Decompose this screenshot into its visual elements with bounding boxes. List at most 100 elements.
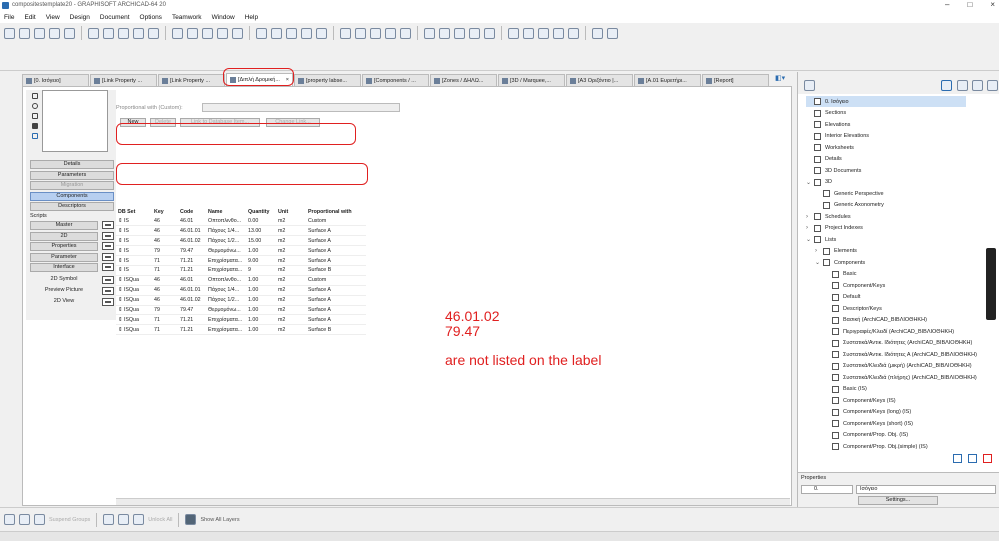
tab-4[interactable]: [property labse... [294, 74, 361, 86]
tree-item[interactable]: Elevations [806, 119, 850, 130]
tree-item[interactable]: Sections [806, 108, 846, 119]
tree-item[interactable]: Συστατικά/Κλειδιά (μικρή) (ArchiCAD_ΒΙΒΛ… [824, 361, 972, 372]
tool-icon[interactable] [19, 27, 30, 39]
tool-icon[interactable] [301, 27, 312, 39]
expand-arrow-icon[interactable]: › [815, 248, 821, 254]
tree-item[interactable]: Interior Elevations [806, 131, 869, 142]
tool-icon[interactable] [454, 27, 465, 39]
table-row[interactable]: ⇕ ISQua 46 46.01.02 Πάχους 1/2... 1.00 m2 Surf… [116, 295, 366, 306]
collapse-arrow-icon[interactable]: ⌄ [806, 179, 812, 186]
menu-design[interactable]: Design [70, 14, 90, 21]
tree-item[interactable]: 0. Ισόγειο [806, 96, 966, 107]
table-row[interactable]: ⇕ IS 79 79.47 Θερμομόνω... 1.00 m2 Surface A [116, 246, 366, 256]
tree-item[interactable]: Συστατικά/Αντικ. Ιδιότητες Α (ArchiCAD_Β… [824, 349, 977, 360]
tree-item[interactable]: Default [824, 292, 860, 303]
tree-item[interactable]: Basic (IS) [824, 384, 867, 395]
tool-icon[interactable] [4, 27, 15, 39]
tab-2[interactable]: [Link Property ... [158, 74, 225, 86]
script-properties-button[interactable]: Properties [30, 242, 98, 251]
table-row[interactable]: ⇕ ISQua 46 46.01.01 Πάχους 1/4... 1.00 m2 Surf… [116, 285, 366, 296]
tool-icon[interactable] [172, 27, 183, 39]
tree-item[interactable]: Περιγραφές/Κλειδί (ArchiCAD_ΒΙΒΛΙΟΘΗΚΗ) [824, 326, 954, 337]
tree-item[interactable]: Component/Keys (short) (IS) [824, 418, 913, 429]
nav-descriptors[interactable]: Descriptors [30, 202, 114, 211]
tool-icon[interactable] [187, 27, 198, 39]
script-window-icon[interactable] [102, 231, 114, 240]
tool-icon[interactable] [256, 27, 267, 39]
minimize-icon[interactable]: – [945, 0, 949, 9]
tree-item[interactable]: Βασική (ArchiCAD_ΒΙΒΛΙΟΘΗΚΗ) [824, 315, 927, 326]
table-row[interactable]: ⇕ IS 46 46.01.01 Πάχους 1/4... 13.00 m2 Surfac… [116, 226, 366, 236]
tool-icon[interactable] [202, 27, 213, 39]
tree-item[interactable]: › Elements [815, 246, 857, 257]
suspend-groups-button[interactable]: Suspend Groups [49, 517, 90, 523]
menu-window[interactable]: Window [212, 14, 235, 21]
tree-item[interactable]: ⌄ 3D [806, 177, 832, 188]
tree-item[interactable]: Component/Keys [824, 280, 885, 291]
script-window-icon[interactable] [102, 287, 114, 295]
edit-group-icon[interactable] [34, 514, 45, 525]
tree-item[interactable]: › Schedules [806, 211, 851, 222]
circle-tool-icon[interactable] [32, 103, 38, 109]
send-backward-icon[interactable] [118, 514, 130, 525]
tool-icon[interactable] [286, 27, 297, 39]
tool-icon[interactable] [148, 27, 159, 39]
tool-icon[interactable] [400, 27, 411, 39]
tree-item[interactable]: Component/Keys (long) (IS) [824, 407, 911, 418]
tool-icon[interactable] [232, 27, 243, 39]
prop-id-field[interactable]: 0. [801, 485, 853, 494]
tool-icon[interactable] [88, 27, 99, 39]
bring-forward-icon[interactable] [103, 514, 115, 525]
delete-icon[interactable] [983, 454, 992, 463]
extra-2d-symbol-button[interactable]: 2D Symbol [30, 276, 98, 285]
tree-item[interactable]: Συστατικά/Αντικ. Ιδιότητες (ArchiCAD_ΒΙΒ… [824, 338, 972, 349]
tool-icon[interactable] [424, 27, 435, 39]
tree-item[interactable]: › Project Indexes [806, 223, 863, 234]
nav-details[interactable]: Details [30, 160, 114, 169]
tool-icon[interactable] [133, 27, 144, 39]
table-row[interactable]: ⇕ ISQua 71 71.21 Επιχρίσματα... 1.00 m2 Surfac… [116, 325, 366, 335]
menu-teamwork[interactable]: Teamwork [172, 14, 202, 21]
script-window-icon[interactable] [102, 252, 114, 261]
column-header[interactable]: Key [152, 207, 178, 216]
tool-icon[interactable] [217, 27, 228, 39]
column-header[interactable]: Proportional with [306, 207, 366, 216]
extra-preview-picture-button[interactable]: Preview Picture [30, 287, 98, 296]
tab-1[interactable]: [Link Property ... [90, 74, 157, 86]
script-2d-button[interactable]: 2D [30, 231, 98, 241]
tree-item[interactable]: ⌄ Components [815, 257, 865, 268]
tree-item[interactable]: Συστατικά/Κλειδιά (πλήρης) (ArchiCAD_ΒΙΒ… [824, 372, 977, 383]
tool-icon[interactable] [370, 27, 381, 39]
nav-parameters[interactable]: Parameters [30, 170, 114, 180]
column-header[interactable]: Name [206, 207, 246, 216]
tree-item[interactable]: Basic [824, 269, 856, 280]
project-map-icon[interactable] [941, 80, 952, 91]
group-icon[interactable] [4, 514, 15, 525]
tool-icon[interactable] [592, 27, 603, 39]
tab-9[interactable]: [A.01 Ευρετήρι... [634, 74, 701, 86]
grid-icon[interactable] [32, 133, 38, 139]
collapse-arrow-icon[interactable]: ⌄ [815, 259, 821, 266]
tool-icon[interactable] [340, 27, 351, 39]
tree-item[interactable]: Generic Axonometry [815, 200, 884, 211]
navigator-scrollbar[interactable] [986, 248, 996, 320]
script-window-icon[interactable] [102, 221, 114, 229]
tool-icon[interactable] [484, 27, 495, 39]
script-window-icon[interactable] [102, 298, 114, 306]
column-header[interactable]: DB Set [116, 207, 152, 216]
script-interface-button[interactable]: Interface [30, 263, 98, 272]
expand-arrow-icon[interactable]: › [806, 225, 812, 231]
tree-item[interactable]: Component/Prop. Obj. (IS) [824, 430, 908, 441]
settings-button[interactable]: Settings... [858, 496, 938, 505]
tool-icon[interactable] [439, 27, 450, 39]
tree-item[interactable]: Worksheets [806, 142, 854, 153]
table-row[interactable]: ⇕ ISQua 46 46.01 Οπτοπλινθο... 1.00 m2 Custom [116, 275, 366, 286]
close-icon[interactable]: × [990, 0, 995, 9]
tab-overflow-icon[interactable]: ◧▾ [775, 74, 791, 84]
maximize-icon[interactable]: □ [967, 0, 972, 9]
prop-name-field[interactable]: Ισόγειο [856, 485, 996, 494]
tool-icon[interactable] [49, 27, 60, 39]
tool-icon[interactable] [508, 27, 519, 39]
ball-icon[interactable] [32, 123, 38, 129]
script-window-icon[interactable] [102, 263, 114, 271]
